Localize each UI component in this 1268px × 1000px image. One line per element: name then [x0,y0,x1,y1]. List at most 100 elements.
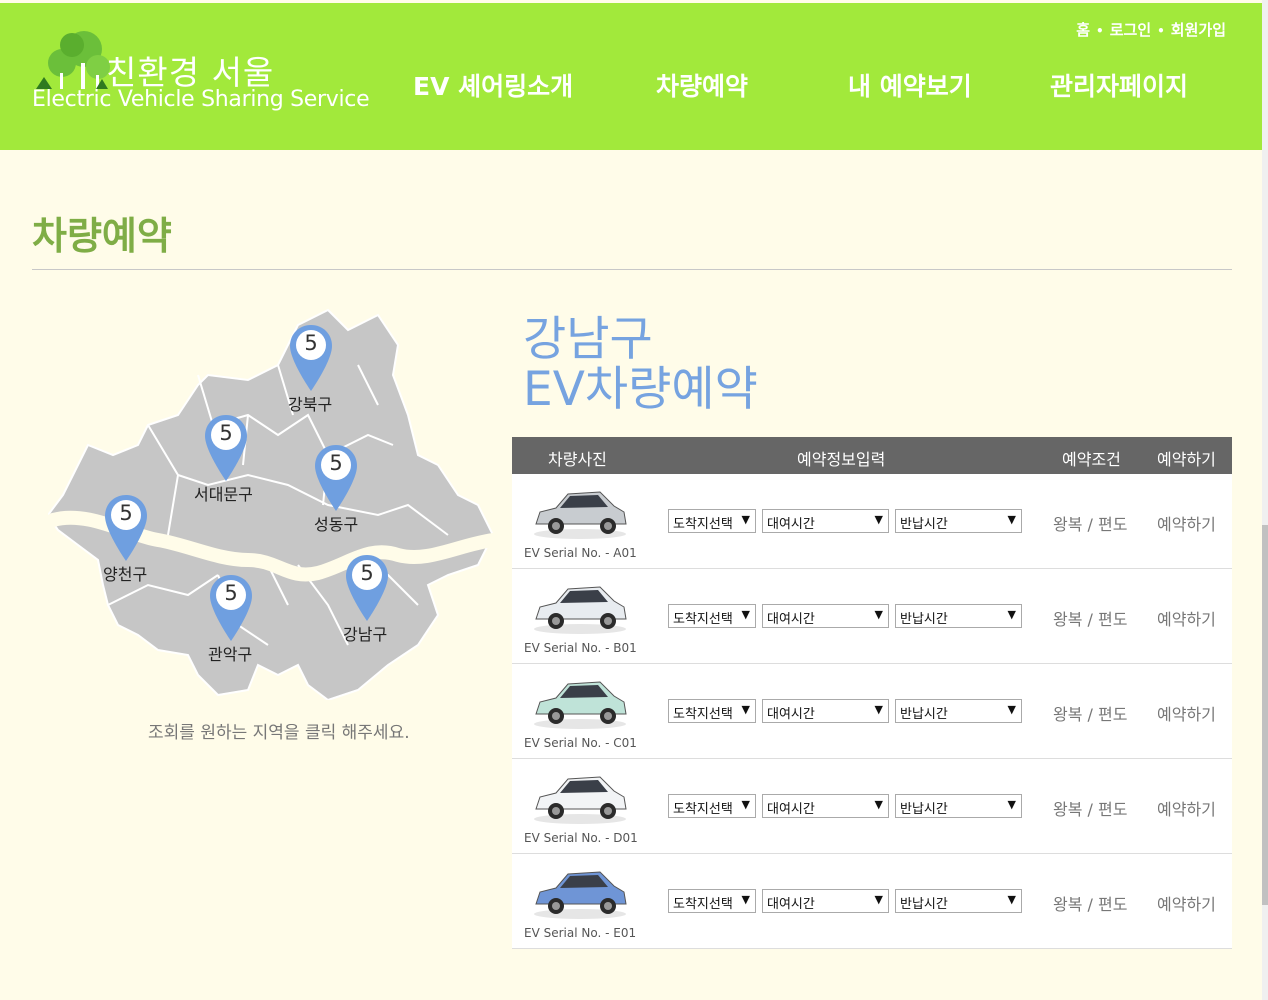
destination-select-value: 도착지선택 [673,612,733,627]
utility-links: 홈 • 로그인 • 회원가입 [1076,19,1226,40]
dropdown-arrow-icon: ▼ [874,798,883,811]
dropdown-arrow-icon: ▼ [1007,513,1016,526]
dropdown-arrow-icon: ▼ [741,798,750,811]
rental-time-select[interactable]: 대여시간 ▼ [762,699,889,723]
destination-select-value: 도착지선택 [673,897,733,912]
reservation-heading: 강남구 EV차량예약 [523,315,758,415]
vehicle-table: 차량사진 예약정보입력 예약조건 예약하기 EV Serial No. - A0… [512,437,1232,949]
reserve-button[interactable]: 예약하기 [1157,796,1216,820]
return-time-select[interactable]: 반납시간 ▼ [895,604,1022,628]
marker-count: 5 [224,581,238,605]
return-time-select[interactable]: 반납시간 ▼ [895,794,1022,818]
destination-select[interactable]: 도착지선택 ▼ [668,889,756,913]
dropdown-arrow-icon: ▼ [1007,798,1016,811]
scrollbar-thumb[interactable] [1262,525,1268,905]
scrollbar[interactable] [1262,0,1268,1000]
table-row: EV Serial No. - A01 도착지선택 ▼ 대여시간 ▼ 반납시간 ▼ 왕복 / … [512,474,1232,569]
title-divider [32,269,1232,270]
nav-my-reservations[interactable]: 내 예약보기 [848,67,972,103]
reserve-button[interactable]: 예약하기 [1157,511,1216,535]
seoul-district-map[interactable]: 5 강북구 5 서대문구 5 성동구 5 양천구 5 관악구 5 강남구 [48,305,498,700]
col-reserve: 예약하기 [1157,450,1216,469]
district-marker-gangbuk[interactable]: 5 [288,323,334,393]
vehicle-serial: EV Serial No. - D01 [524,831,638,845]
destination-select-value: 도착지선택 [673,517,733,532]
district-label-gwanak[interactable]: 관악구 [208,641,252,665]
vehicle-serial: EV Serial No. - B01 [524,641,637,655]
login-link[interactable]: 로그인 [1110,21,1151,39]
table-row: EV Serial No. - B01 도착지선택 ▼ 대여시간 ▼ 반납시간 ▼ 왕복 / … [512,569,1232,664]
col-reservation-input: 예약정보입력 [797,450,886,469]
destination-select-value: 도착지선택 [673,802,733,817]
rental-time-select[interactable]: 대여시간 ▼ [762,604,889,628]
rental-time-value: 대여시간 [767,802,815,817]
table-row: EV Serial No. - C01 도착지선택 ▼ 대여시간 ▼ 반납시간 ▼ 왕복 / … [512,664,1232,759]
reserve-button[interactable]: 예약하기 [1157,891,1216,915]
district-marker-gangnam[interactable]: 5 [344,553,390,623]
district-marker-gwanak[interactable]: 5 [208,573,254,643]
nav-admin-page[interactable]: 관리자페이지 [1050,67,1188,103]
vehicle-serial: EV Serial No. - C01 [524,736,637,750]
destination-select-value: 도착지선택 [673,707,733,722]
vehicle-serial: EV Serial No. - A01 [524,546,637,560]
destination-select[interactable]: 도착지선택 ▼ [668,794,756,818]
dropdown-arrow-icon: ▼ [874,608,883,621]
car-photo-icon [534,491,627,539]
return-time-value: 반납시간 [900,612,948,627]
destination-select[interactable]: 도착지선택 ▼ [668,604,756,628]
district-label-seodaemun[interactable]: 서대문구 [194,481,253,505]
dropdown-arrow-icon: ▼ [1007,893,1016,906]
nav-vehicle-reservation[interactable]: 차량예약 [656,67,748,103]
nav-ev-sharing-intro[interactable]: EV 셰어링소개 [413,67,573,103]
trees-logo-icon [36,31,110,89]
trip-condition[interactable]: 왕복 / 편도 [1053,891,1127,915]
reservation-subtitle: EV차량예약 [523,362,758,417]
destination-select[interactable]: 도착지선택 ▼ [668,699,756,723]
district-label-gangbuk[interactable]: 강북구 [288,391,332,415]
destination-select[interactable]: 도착지선택 ▼ [668,509,756,533]
util-separator: • [1096,24,1104,38]
district-marker-seongdong[interactable]: 5 [313,443,359,513]
trip-condition[interactable]: 왕복 / 편도 [1053,511,1127,535]
rental-time-select[interactable]: 대여시간 ▼ [762,509,889,533]
table-row: EV Serial No. - D01 도착지선택 ▼ 대여시간 ▼ 반납시간 ▼ 왕복 / … [512,759,1232,854]
return-time-select[interactable]: 반납시간 ▼ [895,509,1022,533]
district-label-seongdong[interactable]: 성동구 [314,511,358,535]
return-time-value: 반납시간 [900,517,948,532]
district-marker-yangcheon[interactable]: 5 [103,493,149,563]
dropdown-arrow-icon: ▼ [1007,608,1016,621]
site-logo[interactable]: 친환경 서울 Electric Vehicle Sharing Service [30,23,370,123]
signup-link[interactable]: 회원가입 [1171,21,1226,39]
marker-count: 5 [329,451,343,475]
table-header: 차량사진 예약정보입력 예약조건 예약하기 [512,437,1232,474]
vehicle-serial: EV Serial No. - E01 [524,926,637,940]
page-title: 차량예약 [32,214,172,258]
rental-time-select[interactable]: 대여시간 ▼ [762,794,889,818]
dropdown-arrow-icon: ▼ [741,513,750,526]
marker-count: 5 [360,561,374,585]
return-time-value: 반납시간 [900,707,948,722]
return-time-select[interactable]: 반납시간 ▼ [895,699,1022,723]
district-label-yangcheon[interactable]: 양천구 [103,561,147,585]
site-header: 친환경 서울 Electric Vehicle Sharing Service … [0,3,1262,150]
col-car-photo: 차량사진 [548,450,607,469]
car-photo-icon [534,681,627,729]
car-photo-icon [534,586,627,634]
util-separator: • [1157,24,1165,38]
trip-condition[interactable]: 왕복 / 편도 [1053,606,1127,630]
home-link[interactable]: 홈 [1076,21,1090,39]
district-marker-seodaemun[interactable]: 5 [203,413,249,483]
trip-condition[interactable]: 왕복 / 편도 [1053,796,1127,820]
district-label-gangnam[interactable]: 강남구 [343,621,387,645]
dropdown-arrow-icon: ▼ [1007,703,1016,716]
car-photo-icon [534,776,627,824]
return-time-select[interactable]: 반납시간 ▼ [895,889,1022,913]
reserve-button[interactable]: 예약하기 [1157,606,1216,630]
reserve-button[interactable]: 예약하기 [1157,701,1216,725]
trip-condition[interactable]: 왕복 / 편도 [1053,701,1127,725]
rental-time-value: 대여시간 [767,612,815,627]
dropdown-arrow-icon: ▼ [741,893,750,906]
rental-time-select[interactable]: 대여시간 ▼ [762,889,889,913]
table-row: EV Serial No. - E01 도착지선택 ▼ 대여시간 ▼ 반납시간 ▼ 왕복 / … [512,854,1232,949]
selected-district: 강남구 [523,312,653,367]
